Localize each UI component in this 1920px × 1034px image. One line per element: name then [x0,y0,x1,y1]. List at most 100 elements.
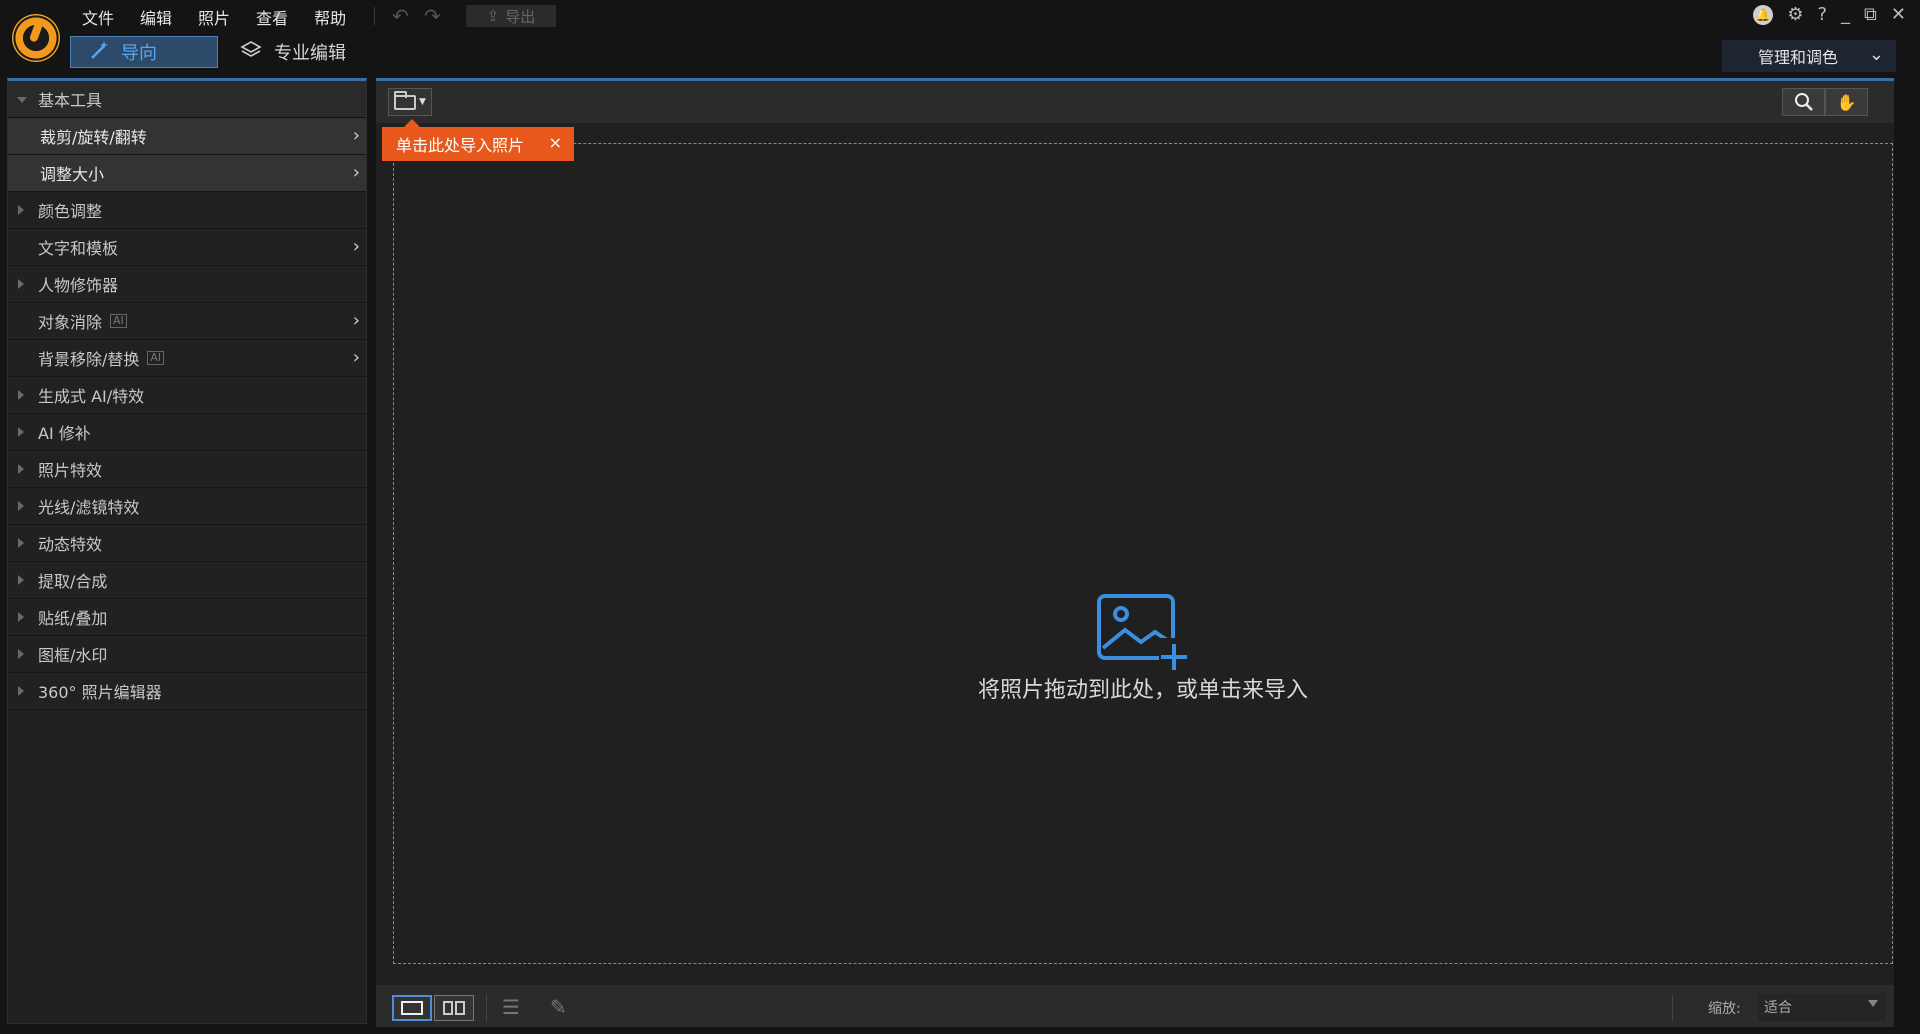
magnifier-icon[interactable] [1782,88,1825,116]
sidebar-item-label: 提取/合成 [38,572,108,591]
export-icon: ⇪ [486,7,500,25]
sidebar-item[interactable]: AI 修补 [8,414,366,451]
collapse-triangle-icon [18,612,24,622]
open-folder-button[interactable]: ▼ [388,88,432,116]
collapse-triangle-icon [18,538,24,548]
import-tooltip-text: 单击此处导入照片 [396,136,525,155]
status-bar: ☰ ✎ 缩放: 适合 [376,985,1894,1027]
menu-help[interactable]: 帮助 [314,5,346,29]
canvas-tools: ✋ [1782,88,1868,116]
sidebar-item-label: 图框/水印 [38,646,108,665]
sidebar-item[interactable]: 照片特效 [8,451,366,488]
sidebar-item[interactable]: 生成式 AI/特效 [8,377,366,414]
pro-edit-button[interactable]: 专业编辑 [240,36,346,68]
tooltip-close-icon[interactable]: × [549,133,562,152]
sidebar-item[interactable]: 动态特效 [8,525,366,562]
tool-sidebar: 基本工具裁剪/旋转/翻转 › 调整大小 › 颜色调整文字和模板 › 人物修饰器对象消除 AI ›… [7,78,367,1024]
notification-bell-icon[interactable]: 🔔 [1753,4,1774,25]
menu-edit[interactable]: 编辑 [140,5,172,29]
pro-edit-label: 专业编辑 [274,43,346,64]
ai-badge-icon: AI [147,351,165,365]
sidebar-item[interactable]: 文字和模板 › [8,229,366,266]
chevron-down-icon: ⌄ [1868,44,1884,65]
sidebar-item-label: 基本工具 [38,91,103,110]
sidebar-item[interactable]: 背景移除/替换 AI › [8,340,366,377]
sidebar-item[interactable]: 贴纸/叠加 [8,599,366,636]
sidebar-item-label: 人物修饰器 [38,276,119,295]
hand-pan-icon[interactable]: ✋ [1825,88,1868,116]
import-photo-icon[interactable] [394,594,1892,676]
restore-icon[interactable]: ⧉ [1864,4,1877,25]
title-bar: 文件 编辑 照片 查看 帮助 ↶ ↷ ⇪ 导出 导向 专业编辑 🔔 ⚙ ? _ … [0,0,1920,78]
sidebar-item-label: 贴纸/叠加 [38,609,108,628]
sidebar-item-label: 颜色调整 [38,202,103,221]
dropdown-arrow-icon [1868,1000,1878,1007]
collapse-triangle-icon [18,649,24,659]
sidebar-item[interactable]: 颜色调整 [8,192,366,229]
help-icon[interactable]: ? [1817,4,1827,25]
collapse-triangle-icon [18,205,24,215]
sidebar-item[interactable]: 360° 照片编辑器 [8,673,366,710]
chevron-right-icon: › [352,236,360,257]
sidebar-item[interactable]: 光线/滤镜特效 [8,488,366,525]
sidebar-item[interactable]: 提取/合成 [8,562,366,599]
single-view-icon [401,1001,423,1015]
sidebar-item-label: 照片特效 [38,461,103,480]
window-controls: 🔔 ⚙ ? _ ⧉ ✕ [1753,4,1906,25]
export-button[interactable]: ⇪ 导出 [466,5,556,27]
magic-wand-icon [89,39,111,66]
sidebar-item[interactable]: 基本工具 [8,81,366,118]
layers-icon [240,39,262,66]
sidebar-item[interactable]: 对象消除 AI › [8,303,366,340]
sidebar-item[interactable]: 图框/水印 [8,636,366,673]
sidebar-item-label: 文字和模板 [38,239,119,258]
chevron-right-icon: › [352,347,360,368]
divider [374,7,375,25]
sidebar-item[interactable]: 人物修饰器 [8,266,366,303]
import-tooltip[interactable]: 单击此处导入照片 × [382,119,574,161]
settings-gear-icon[interactable]: ⚙ [1787,4,1803,25]
photo-drop-zone[interactable]: 将照片拖动到此处，或单击来导入 [393,143,1893,964]
manage-color-label: 管理和调色 [1758,48,1839,67]
menu-view[interactable]: 查看 [256,5,288,29]
drop-instruction: 将照片拖动到此处，或单击来导入 [977,678,1308,703]
zoom-label: 缩放: [1708,1001,1741,1017]
collapse-triangle-icon [18,464,24,474]
sidebar-item[interactable]: 调整大小 › [8,155,366,192]
sidebar-item-label: 对象消除 [38,313,103,332]
single-view-button[interactable] [392,995,432,1021]
undo-icon[interactable]: ↶ [392,4,409,28]
collapse-triangle-icon [18,686,24,696]
brush-eraser-icon[interactable]: ✎ [550,995,567,1019]
redo-icon[interactable]: ↷ [424,4,441,28]
sidebar-item-label: AI 修补 [38,424,91,443]
app-logo [12,14,60,62]
collapse-triangle-icon [18,390,24,400]
collapse-triangle-icon [18,279,24,289]
list-sort-icon[interactable]: ☰ [502,995,520,1019]
chevron-right-icon: › [352,125,360,146]
folder-icon [394,90,417,110]
manage-color-dropdown[interactable]: 管理和调色 ⌄ [1722,40,1896,72]
zoom-value: 适合 [1764,1000,1792,1016]
guide-mode-button[interactable]: 导向 [70,36,218,68]
ai-badge-icon: AI [110,314,127,328]
chevron-right-icon: › [352,162,360,183]
menu-bar: 文件 编辑 照片 查看 帮助 [82,4,346,30]
compare-view-button[interactable] [434,995,474,1021]
sidebar-item-label: 调整大小 [40,165,105,184]
close-icon[interactable]: ✕ [1891,4,1906,25]
divider [486,995,487,1021]
export-label: 导出 [505,7,536,26]
menu-photo[interactable]: 照片 [198,5,230,29]
zoom-select[interactable]: 适合 [1758,993,1886,1021]
expand-triangle-icon [17,97,27,103]
divider [1672,995,1673,1021]
workspace: ▼ ✋ 将照片拖动到此处，或单击来导入 单击此处导入照片 × ☰ ✎ 缩放: 适… [376,78,1894,1027]
sidebar-item-label: 光线/滤镜特效 [38,498,140,517]
collapse-triangle-icon [18,575,24,585]
sidebar-item[interactable]: 裁剪/旋转/翻转 › [8,118,366,155]
compare-view-icon-half [455,1001,465,1015]
menu-file[interactable]: 文件 [82,5,114,29]
minimize-icon[interactable]: _ [1841,4,1850,25]
